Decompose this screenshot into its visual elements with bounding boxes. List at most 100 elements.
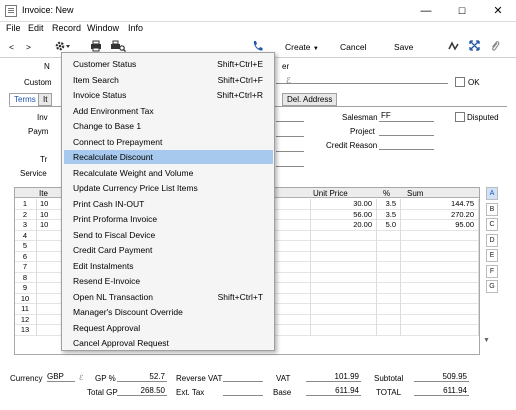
table-cell-pct[interactable] — [377, 262, 401, 273]
menu-record[interactable]: Record — [52, 23, 81, 33]
table-cell-price[interactable] — [311, 304, 377, 315]
salesman-field[interactable]: FF — [379, 111, 434, 122]
menu-item-add-environment-tax[interactable]: Add Environment Tax — [64, 104, 273, 118]
menu-item-request-approval[interactable]: Request Approval — [64, 321, 273, 335]
table-cell-price[interactable] — [311, 230, 377, 241]
menu-item-print-proforma-invoice[interactable]: Print Proforma Invoice — [64, 212, 273, 226]
table-cell-sum[interactable] — [401, 251, 479, 262]
table-cell-pct[interactable] — [377, 293, 401, 304]
table-cell-price[interactable]: 30.00 — [311, 199, 377, 210]
menu-item-cancel-approval-request[interactable]: Cancel Approval Request — [64, 336, 273, 350]
forward-button[interactable]: > — [26, 42, 31, 52]
menu-file[interactable]: File — [6, 23, 21, 33]
menu-item-send-to-fiscal-device[interactable]: Send to Fiscal Device — [64, 228, 273, 242]
disputed-checkbox[interactable] — [455, 112, 465, 122]
table-cell-sum[interactable] — [401, 262, 479, 273]
table-cell-pct[interactable] — [377, 251, 401, 262]
menu-item-manager-s-discount-override[interactable]: Manager's Discount Override — [64, 305, 273, 319]
menu-item-print-cash-in-out[interactable]: Print Cash IN-OUT — [64, 197, 273, 211]
grid-tab-b[interactable]: B — [486, 202, 498, 216]
maximize-button[interactable]: ☐ — [444, 0, 480, 22]
menu-item-connect-to-prepayment[interactable]: Connect to Prepayment — [64, 135, 273, 149]
create-button[interactable]: Create ▼ — [285, 42, 319, 52]
customer-name-field[interactable] — [276, 73, 448, 84]
scroll-down-icon[interactable]: ▼ — [483, 337, 490, 344]
menu-item-resend-e-invoice[interactable]: Resend E-Invoice — [64, 274, 273, 288]
table-cell-pct[interactable] — [377, 304, 401, 315]
table-cell-sum[interactable]: 270.20 — [401, 209, 479, 220]
back-button[interactable]: < — [9, 42, 14, 52]
tab-delivery-address[interactable]: Del. Address — [282, 93, 338, 106]
tab-items[interactable]: It — [38, 93, 53, 106]
table-cell-price[interactable] — [311, 325, 377, 336]
table-cell-pct[interactable] — [377, 272, 401, 283]
currency-field[interactable]: GBP — [47, 372, 75, 382]
menu-info[interactable]: Info — [128, 23, 143, 33]
table-cell-sum[interactable] — [401, 283, 479, 294]
paste-special-icon[interactable]: ℰ — [79, 374, 83, 382]
base-field[interactable]: 611.94 — [306, 386, 361, 396]
field-row1-right[interactable] — [276, 111, 304, 122]
table-cell-sum[interactable] — [401, 241, 479, 252]
table-cell-price[interactable] — [311, 314, 377, 325]
table-cell-sum[interactable] — [401, 230, 479, 241]
table-cell-pct[interactable]: 3.5 — [377, 199, 401, 210]
field-row3-right[interactable] — [276, 141, 304, 152]
save-button[interactable]: Save — [394, 42, 413, 52]
grid-tab-f[interactable]: F — [486, 264, 498, 278]
ok-checkbox[interactable] — [455, 77, 465, 87]
grid-tab-g[interactable]: G — [486, 280, 498, 293]
cancel-button[interactable]: Cancel — [340, 42, 366, 52]
paste-special-icon[interactable]: ℰ — [286, 76, 291, 85]
table-cell-price[interactable] — [311, 251, 377, 262]
table-cell-price[interactable] — [311, 262, 377, 273]
subtotal-field[interactable]: 509.95 — [414, 372, 469, 382]
table-cell-sum[interactable] — [401, 325, 479, 336]
menu-edit[interactable]: Edit — [28, 23, 44, 33]
table-cell-price[interactable] — [311, 293, 377, 304]
field-row2-right[interactable] — [276, 126, 304, 137]
table-cell-sum[interactable] — [401, 272, 479, 283]
menu-item-credit-card-payment[interactable]: Credit Card Payment — [64, 243, 273, 257]
table-cell-price[interactable] — [311, 283, 377, 294]
tab-terms[interactable]: Terms — [9, 93, 41, 106]
table-cell-pct[interactable] — [377, 230, 401, 241]
table-cell-sum[interactable] — [401, 314, 479, 325]
table-cell-price[interactable]: 20.00 — [311, 220, 377, 231]
ext-tax-field[interactable] — [223, 386, 263, 396]
grid-tab-c[interactable]: C — [486, 218, 498, 231]
table-cell-pct[interactable] — [377, 325, 401, 336]
table-cell-price[interactable] — [311, 241, 377, 252]
table-cell-sum[interactable]: 95.00 — [401, 220, 479, 231]
table-cell-pct[interactable]: 5.0 — [377, 220, 401, 231]
menu-item-customer-status[interactable]: Customer Status Shift+Ctrl+E — [64, 57, 273, 71]
menu-item-recalculate-discount[interactable]: Recalculate Discount — [64, 150, 273, 164]
total-field[interactable]: 611.94 — [414, 386, 469, 396]
menu-window[interactable]: Window — [87, 23, 119, 33]
grid-tab-a[interactable]: A — [486, 187, 498, 200]
table-cell-pct[interactable] — [377, 283, 401, 294]
field-row4-right[interactable] — [276, 156, 304, 167]
gp-percent-field[interactable]: 52.7 — [117, 372, 167, 382]
close-button[interactable]: ✕ — [480, 0, 516, 22]
menu-item-change-to-base-1[interactable]: Change to Base 1 — [64, 119, 273, 133]
table-cell-price[interactable] — [311, 272, 377, 283]
menu-item-recalculate-weight-and-volume[interactable]: Recalculate Weight and Volume — [64, 166, 273, 180]
minimize-button[interactable]: — — [408, 0, 444, 22]
vat-field[interactable]: 101.99 — [306, 372, 361, 382]
reverse-vat-field[interactable] — [223, 372, 263, 382]
grid-tab-e[interactable]: E — [486, 249, 498, 262]
table-cell-pct[interactable] — [377, 314, 401, 325]
total-gp-field[interactable]: 268.50 — [117, 386, 167, 396]
grid-tab-d[interactable]: D — [486, 233, 498, 247]
table-cell-pct[interactable]: 3.5 — [377, 209, 401, 220]
table-cell-sum[interactable] — [401, 304, 479, 315]
project-field[interactable] — [379, 125, 434, 136]
activity-icon[interactable] — [448, 41, 460, 53]
credit-reason-field[interactable] — [379, 139, 434, 150]
table-cell-sum[interactable] — [401, 293, 479, 304]
menu-item-open-nl-transaction[interactable]: Open NL Transaction Shift+Ctrl+T — [64, 290, 273, 304]
menu-item-update-currency-price-list-items[interactable]: Update Currency Price List Items — [64, 181, 273, 195]
table-cell-price[interactable]: 56.00 — [311, 209, 377, 220]
menu-item-edit-instalments[interactable]: Edit Instalments — [64, 259, 273, 273]
